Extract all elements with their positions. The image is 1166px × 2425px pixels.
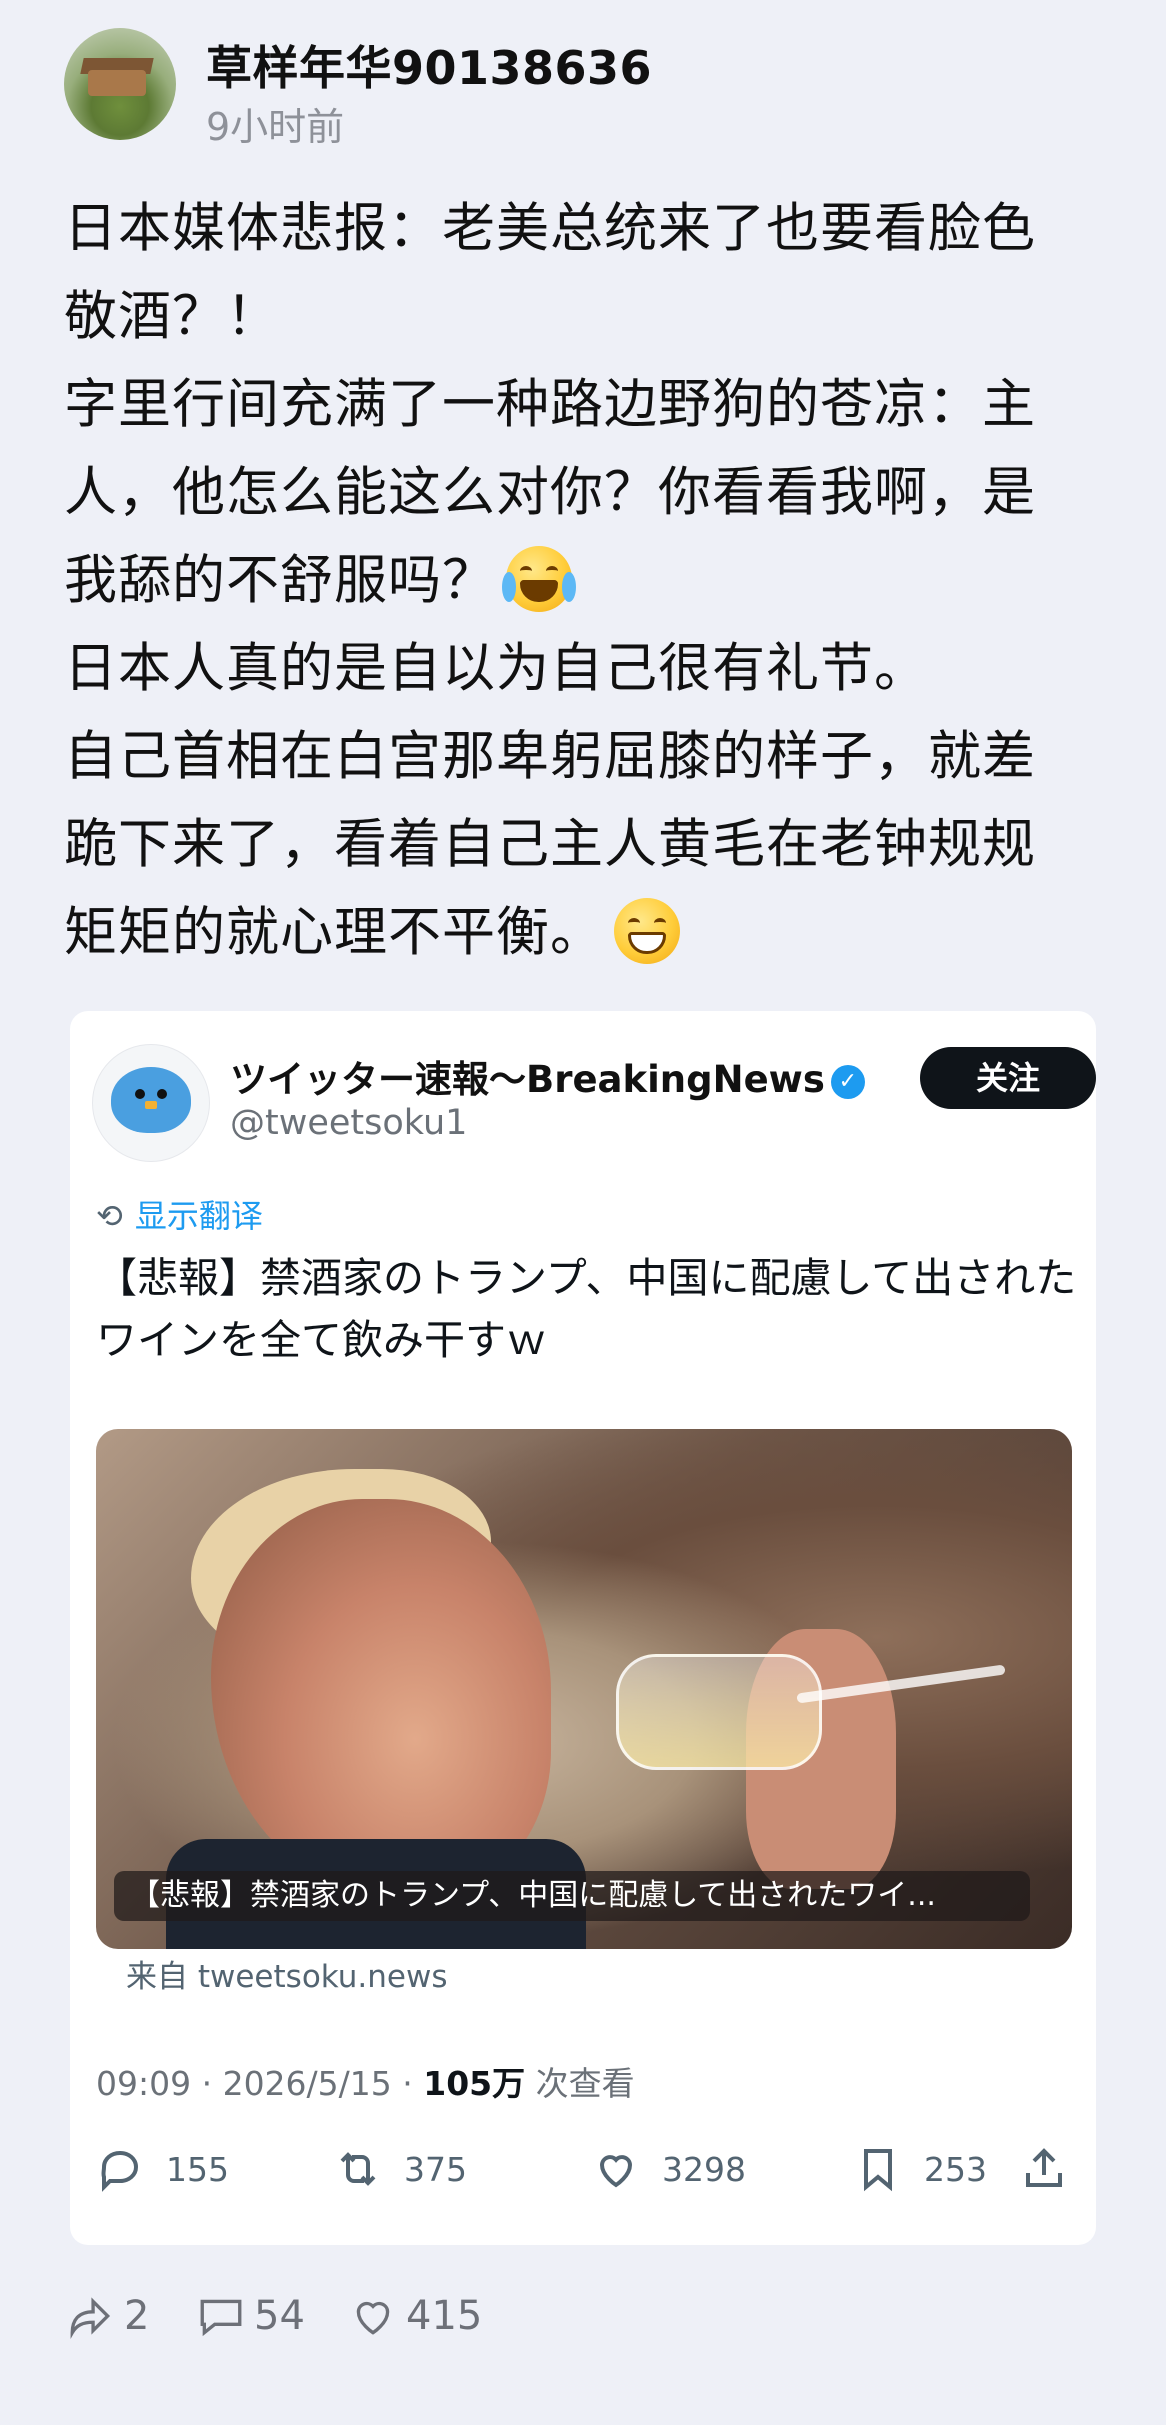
retweet-button[interactable]: 375 — [334, 2139, 467, 2199]
tweet-meta: 09:09 · 2026/5/15 · 105万 次查看 — [96, 2057, 635, 2105]
bird-icon — [111, 1067, 191, 1133]
post-line-with-emoji: 我舔的不舒服吗？ — [64, 537, 1104, 625]
view-count-suffix: 次查看 — [525, 2064, 635, 2103]
follow-button[interactable]: 关注 — [920, 1047, 1096, 1109]
tweet-author-handle[interactable]: @tweetsoku1 — [230, 1103, 467, 1143]
media-caption: 【悲報】禁酒家のトランプ、中国に配慮して出されたワイ... — [114, 1871, 1030, 1921]
show-translation-label: 显示翻译 — [134, 1197, 263, 1235]
bookmark-count: 253 — [924, 2149, 987, 2189]
reply-button[interactable]: 155 — [96, 2139, 229, 2199]
post-line: 矩矩的就心理不平衡。 — [64, 902, 604, 963]
verified-badge-icon: ✓ — [830, 1064, 865, 1099]
post-line: 字里行间充满了一种路边野狗的苍凉：主 — [64, 374, 1036, 435]
tweet-media-photo[interactable]: 【悲報】禁酒家のトランプ、中国に配慮して出されたワイ... — [96, 1429, 1072, 1949]
crying-laughing-emoji-icon — [502, 546, 576, 613]
comment-icon — [200, 2299, 242, 2337]
share-action[interactable]: 2 — [66, 2286, 149, 2346]
reply-icon — [101, 2150, 139, 2192]
link-source[interactable]: 来自 tweetsoku.news — [126, 1951, 448, 1996]
post-line: 自己首相在白宫那卑躬屈膝的样子，就差 — [64, 726, 1036, 787]
like-count: 415 — [406, 2293, 483, 2339]
retweet-count: 375 — [404, 2149, 467, 2189]
post-text: 日本媒体悲报：老美总统来了也要看脸色 敬酒？！ 字里行间充满了一种路边野狗的苍凉… — [64, 185, 1104, 977]
heart-icon — [356, 2301, 390, 2335]
comment-count: 54 — [254, 2293, 305, 2339]
grinning-emoji-icon — [614, 898, 680, 965]
like-count: 3298 — [662, 2149, 746, 2189]
author-name[interactable]: 草样年华90138636 — [206, 32, 652, 98]
show-translation-link[interactable]: ⟲ 显示翻译 — [96, 1191, 263, 1237]
tweet-author-avatar[interactable] — [92, 1044, 210, 1162]
post-line: 日本人真的是自以为自己很有礼节。 — [64, 638, 928, 699]
tweet-text: 【悲報】禁酒家のトランプ、中国に配慮して出されたワインを全て飲み干すｗ — [96, 1254, 1077, 1364]
post-line: 敬酒？！ — [64, 286, 280, 347]
tweet-author-name-text: ツイッター速報〜BreakingNews — [230, 1058, 825, 1101]
tweet-action-bar: 155 375 3298 253 — [96, 2139, 1076, 2199]
author-avatar[interactable] — [64, 28, 176, 140]
post-line: 跪下来了，看着自己主人黄毛在老钟规规 — [64, 814, 1036, 875]
post-timestamp: 9小时前 — [206, 105, 345, 149]
forward-icon — [70, 2297, 111, 2339]
post-line: 人，他怎么能这么对你？你看看我啊，是 — [64, 462, 1036, 523]
post-line-with-emoji: 矩矩的就心理不平衡。 — [64, 889, 1104, 977]
reply-count: 155 — [166, 2149, 229, 2189]
tweet-author-name[interactable]: ツイッター速報〜BreakingNews ✓ — [230, 1049, 865, 1103]
share-icon — [1026, 2148, 1062, 2187]
post-header: 草样年华90138636 9小时前 — [64, 28, 1104, 149]
bookmark-button[interactable]: 253 — [854, 2139, 987, 2199]
retweet-icon — [340, 2152, 376, 2186]
like-action[interactable]: 415 — [348, 2286, 482, 2346]
translate-icon: ⟲ — [96, 1197, 123, 1235]
like-button[interactable]: 3298 — [592, 2139, 746, 2199]
bookmark-icon — [864, 2149, 892, 2192]
comment-action[interactable]: 54 — [196, 2286, 305, 2346]
tweet-timestamp: 09:09 · 2026/5/15 · — [96, 2064, 424, 2103]
share-count: 2 — [124, 2293, 150, 2339]
post-line: 我舔的不舒服吗？ — [64, 550, 496, 611]
share-button[interactable] — [1020, 2139, 1090, 2199]
embedded-tweet-card[interactable]: ツイッター速報〜BreakingNews ✓ @tweetsoku1 关注 ⟲ 显示… — [70, 1011, 1096, 2245]
heart-icon — [599, 2155, 633, 2188]
post-line: 日本媒体悲报：老美总统来了也要看脸色 — [64, 198, 1036, 259]
view-count: 105万 — [423, 2064, 526, 2103]
